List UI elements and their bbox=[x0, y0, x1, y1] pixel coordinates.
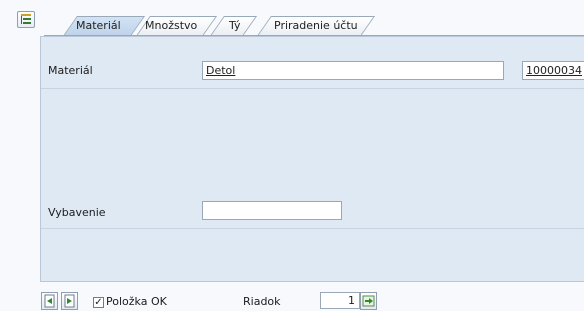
tree-toggle-icon bbox=[21, 14, 31, 24]
tab-ty-label: Tý bbox=[229, 19, 241, 32]
line-number-value: 1 bbox=[348, 294, 355, 307]
tab-account-assignment-label: Priradenie účtu bbox=[274, 19, 358, 32]
equipment-input[interactable] bbox=[202, 201, 342, 220]
go-to-line-icon bbox=[362, 295, 375, 307]
material-input[interactable]: Detol bbox=[202, 61, 504, 80]
checkmark-icon: ✓ bbox=[94, 297, 103, 308]
row-separator bbox=[41, 228, 584, 229]
go-to-line-button[interactable] bbox=[360, 292, 377, 310]
line-label: Riadok bbox=[243, 295, 281, 308]
previous-item-button[interactable] bbox=[41, 292, 58, 310]
line-number-input[interactable]: 1 bbox=[320, 292, 360, 309]
next-item-button[interactable] bbox=[61, 292, 78, 310]
tab-quantity-label: Množstvo bbox=[145, 19, 198, 32]
tree-toggle-button[interactable] bbox=[17, 11, 35, 28]
previous-item-icon bbox=[44, 294, 55, 308]
next-item-icon bbox=[64, 294, 75, 308]
material-number-field[interactable]: 10000034 bbox=[522, 61, 584, 80]
material-number-value: 10000034 bbox=[526, 64, 582, 77]
item-ok-checkbox[interactable]: ✓ bbox=[93, 297, 104, 308]
row-separator bbox=[41, 88, 584, 89]
tab-material-label: Materiál bbox=[76, 19, 121, 32]
material-label: Materiál bbox=[48, 64, 93, 77]
equipment-label: Vybavenie bbox=[48, 206, 106, 219]
material-value: Detol bbox=[206, 64, 236, 77]
item-ok-label: Položka OK bbox=[106, 295, 167, 308]
